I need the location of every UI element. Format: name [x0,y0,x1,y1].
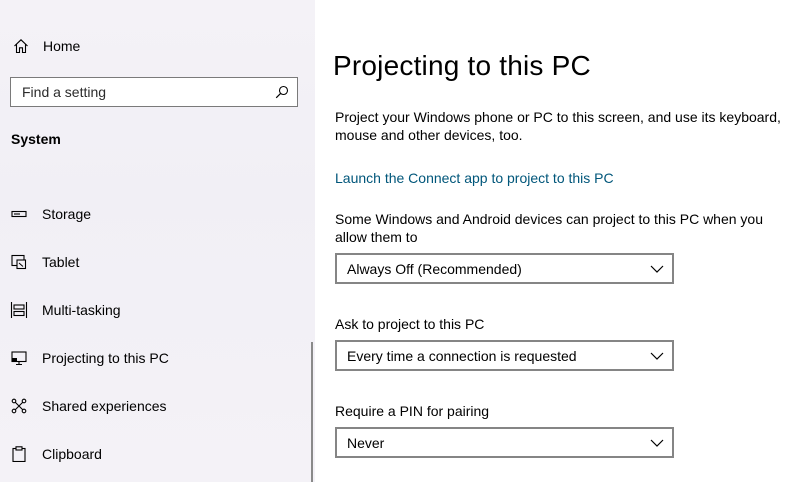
sidebar-item-label: Multi-tasking [42,302,121,318]
clipboard-icon [10,445,28,463]
shared-experiences-icon [10,397,28,415]
sidebar-item-label: Projecting to this PC [42,350,169,366]
multitasking-icon [10,301,28,319]
page-description: Project your Windows phone or PC to this… [335,109,781,143]
sidebar-item-label: Home [43,38,81,54]
sidebar-item-tablet[interactable]: Tablet [0,242,315,282]
page-title: Projecting to this PC [333,50,591,81]
allow-projection-label: Some Windows and Android devices can pro… [335,211,764,245]
sidebar-item-label: Tablet [42,254,80,270]
require-pin-label: Require a PIN for pairing [335,403,490,419]
sidebar-scrollbar[interactable] [311,342,313,482]
chevron-down-icon [642,342,672,369]
sidebar-item-multitasking[interactable]: Multi-tasking [0,290,315,330]
projecting-icon [10,349,28,367]
require-pin-dropdown[interactable]: Never [335,427,674,458]
home-icon [12,37,30,55]
dropdown-value: Every time a connection is requested [347,347,577,364]
sidebar-item-label: Storage [42,206,92,222]
tablet-icon [10,253,28,271]
search-input[interactable] [11,79,267,105]
storage-icon [10,205,28,223]
chevron-down-icon [642,429,672,456]
allow-projection-dropdown[interactable]: Always Off (Recommended) [335,253,674,284]
search-box [10,77,298,107]
sidebar-item-label: Shared experiences [42,398,167,414]
sidebar-item-home[interactable]: Home [12,34,80,58]
sidebar-item-storage[interactable]: Storage [0,194,315,234]
sidebar-item-shared-experiences[interactable]: Shared experiences [0,386,315,426]
sidebar-item-projecting[interactable]: Projecting to this PC [0,338,315,378]
ask-to-project-dropdown[interactable]: Every time a connection is requested [335,340,674,371]
sidebar: Home System Storage Tablet Multi-tasking… [0,0,315,482]
sidebar-item-label: Clipboard [42,446,102,462]
chevron-down-icon [642,255,672,282]
dropdown-value: Never [347,434,385,451]
launch-connect-app-link[interactable]: Launch the Connect app to project to thi… [335,170,614,186]
section-title: System [11,131,61,147]
ask-to-project-label: Ask to project to this PC [335,316,485,332]
dropdown-value: Always Off (Recommended) [347,260,522,277]
search-icon[interactable] [267,78,297,106]
sidebar-item-clipboard[interactable]: Clipboard [0,434,315,474]
main-content: Projecting to this PC Project your Windo… [315,0,808,482]
